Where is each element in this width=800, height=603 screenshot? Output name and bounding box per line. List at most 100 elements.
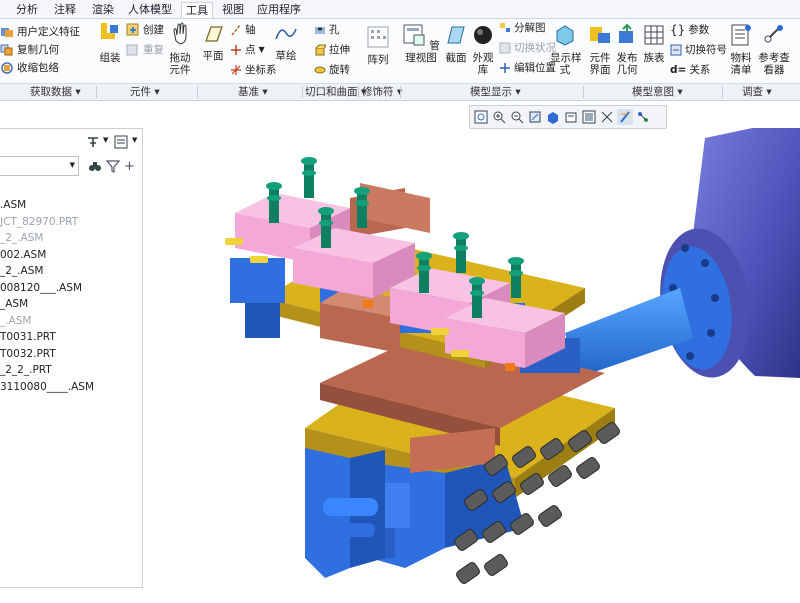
saved-orientations-icon[interactable]: [563, 109, 579, 125]
assembly-model-render: [225, 118, 800, 584]
drag-component-button[interactable]: 拖动 元件: [166, 21, 194, 76]
graphics-viewport[interactable]: [145, 118, 800, 600]
tree-item[interactable]: JCT_82970.PRT: [0, 216, 78, 228]
display-style-button[interactable]: 显示样 式: [550, 23, 582, 76]
tab-manikin[interactable]: 人体模型: [124, 2, 176, 17]
section-button[interactable]: 截面: [442, 23, 470, 64]
assemble-icon: [98, 21, 122, 47]
tree-item[interactable]: T0032.PRT: [0, 348, 56, 360]
model-tree-panel: ▼ ▼ ▼ + .ASM JCT_82970.PRT _2_.ASM 002.ASM _…: [0, 128, 143, 588]
datum-point-label: 点: [245, 44, 256, 56]
switch-symbol-label: 切换符号: [685, 44, 727, 56]
pattern-button[interactable]: 阵列: [364, 25, 392, 66]
datum-display-icon[interactable]: [617, 109, 633, 125]
zoom-out-button[interactable]: [509, 109, 525, 125]
datum-axis-button[interactable]: 轴: [230, 23, 256, 37]
annotation-display-icon[interactable]: [635, 109, 651, 125]
tree-item[interactable]: 002.ASM: [0, 249, 46, 261]
publish-geometry-button[interactable]: 发布 几何: [614, 23, 640, 76]
datum-point-button[interactable]: 点 ▼: [230, 43, 265, 57]
reference-viewer-label: 参考查 看器: [758, 52, 790, 76]
refit-button[interactable]: [473, 109, 489, 125]
sketch-button[interactable]: 草绘: [272, 23, 300, 62]
group-component[interactable]: 元件 ▾: [130, 85, 160, 99]
tree-item[interactable]: _ASM: [0, 298, 28, 310]
tree-item[interactable]: 008120___.ASM: [0, 282, 82, 294]
coordinate-system-button[interactable]: 坐标系: [230, 63, 277, 77]
view-manager-icon[interactable]: [581, 109, 597, 125]
robot-arm: [565, 118, 800, 378]
ribbon: 用户定义特征 复制几何 收缩包络 组装 创建 重复 拖动 元件 平面 轴 点 ▼: [0, 19, 800, 83]
switch-symbol-button[interactable]: 切换符号: [670, 43, 727, 57]
repeat-button[interactable]: 重复: [126, 43, 164, 57]
perspective-icon[interactable]: [599, 109, 615, 125]
tree-item[interactable]: _2_.ASM: [0, 265, 43, 277]
user-defined-feature-label: 用户定义特征: [17, 26, 80, 38]
group-cut-surface[interactable]: 切口和曲面 ▾: [305, 85, 366, 99]
copy-geometry-button[interactable]: 复制几何: [0, 43, 59, 57]
group-investigate[interactable]: 调查 ▾: [742, 85, 772, 99]
tab-annotation[interactable]: 注释: [50, 2, 80, 17]
parameters-button[interactable]: {} 参数: [670, 23, 709, 37]
tree-item[interactable]: _.ASM: [0, 315, 32, 327]
repeat-label: 重复: [143, 44, 164, 56]
repeat-icon: [126, 43, 140, 57]
appearance-gallery-button[interactable]: 外观 库: [470, 23, 496, 76]
section-label: 截面: [445, 52, 467, 64]
tab-render[interactable]: 渲染: [88, 2, 118, 17]
user-defined-feature-button[interactable]: 用户定义特征: [0, 25, 80, 39]
hole-label: 孔: [329, 24, 340, 36]
datum-plane-label: 平面: [202, 50, 224, 62]
tree-item[interactable]: _2_2_.PRT: [0, 364, 52, 376]
group-modifier[interactable]: 修饰符 ▾: [362, 85, 402, 99]
shrinkwrap-button[interactable]: 收缩包络: [0, 61, 59, 75]
toggle-state-button[interactable]: 切换状况: [499, 41, 556, 55]
tree-item[interactable]: .ASM: [0, 199, 26, 211]
tree-item[interactable]: 3110080____.ASM: [0, 381, 94, 393]
family-table-button[interactable]: 族表: [641, 23, 667, 64]
group-obtain-data[interactable]: 获取数据 ▾: [30, 85, 81, 99]
bill-of-materials-button[interactable]: 物料 清单: [727, 23, 755, 76]
create-component-button[interactable]: 创建: [126, 23, 164, 37]
component-interface-button[interactable]: 元件 界面: [587, 23, 613, 76]
copy-geometry-icon: [0, 44, 14, 56]
show-menu-icon[interactable]: [114, 135, 128, 149]
group-model-display[interactable]: 模型显示 ▾: [470, 85, 521, 99]
group-model-intent[interactable]: 模型意图 ▾: [632, 85, 683, 99]
manage-views-button[interactable]: 管理视图: [402, 23, 440, 64]
search-box[interactable]: ▼: [0, 156, 79, 176]
repaint-button[interactable]: [527, 109, 543, 125]
chevron-down-icon[interactable]: ▼: [132, 136, 137, 144]
drag-component-label: 拖动 元件: [169, 52, 191, 76]
revolve-button[interactable]: 旋转: [314, 63, 350, 77]
extrude-button[interactable]: 拉伸: [314, 43, 350, 57]
chevron-down-icon: ▼: [258, 45, 265, 54]
exploded-view-button[interactable]: 分解图: [499, 21, 546, 35]
pattern-icon: [366, 25, 390, 49]
tree-settings-icon[interactable]: [86, 135, 100, 149]
display-style-icon[interactable]: [545, 109, 561, 125]
tab-tools[interactable]: 工具: [181, 2, 213, 18]
zoom-in-button[interactable]: [491, 109, 507, 125]
relations-label: 关系: [689, 64, 711, 76]
filter-icon[interactable]: [105, 159, 121, 176]
extrude-icon: [314, 44, 326, 56]
tab-view[interactable]: 视图: [218, 2, 248, 17]
chevron-down-icon[interactable]: ▼: [103, 136, 108, 144]
edit-position-button[interactable]: 编辑位置: [499, 61, 556, 75]
hole-button[interactable]: 孔: [314, 23, 340, 37]
tab-analysis[interactable]: 分析: [12, 2, 42, 17]
group-datum[interactable]: 基准 ▾: [238, 85, 268, 99]
reference-viewer-button[interactable]: 参考查 看器: [757, 23, 791, 76]
create-component-icon: [126, 23, 140, 37]
tree-item[interactable]: T0031.PRT: [0, 331, 56, 343]
tab-applications[interactable]: 应用程序: [253, 2, 305, 17]
find-binoculars-icon[interactable]: [88, 159, 102, 176]
relations-button[interactable]: d= 关系: [670, 63, 710, 77]
add-column-icon[interactable]: +: [124, 159, 135, 174]
tree-item[interactable]: _2_.ASM: [0, 232, 43, 244]
datum-plane-button[interactable]: 平面: [199, 23, 227, 62]
relations-icon: d=: [670, 64, 687, 76]
assemble-label: 组装: [99, 52, 121, 64]
assemble-button[interactable]: 组装: [96, 21, 124, 64]
